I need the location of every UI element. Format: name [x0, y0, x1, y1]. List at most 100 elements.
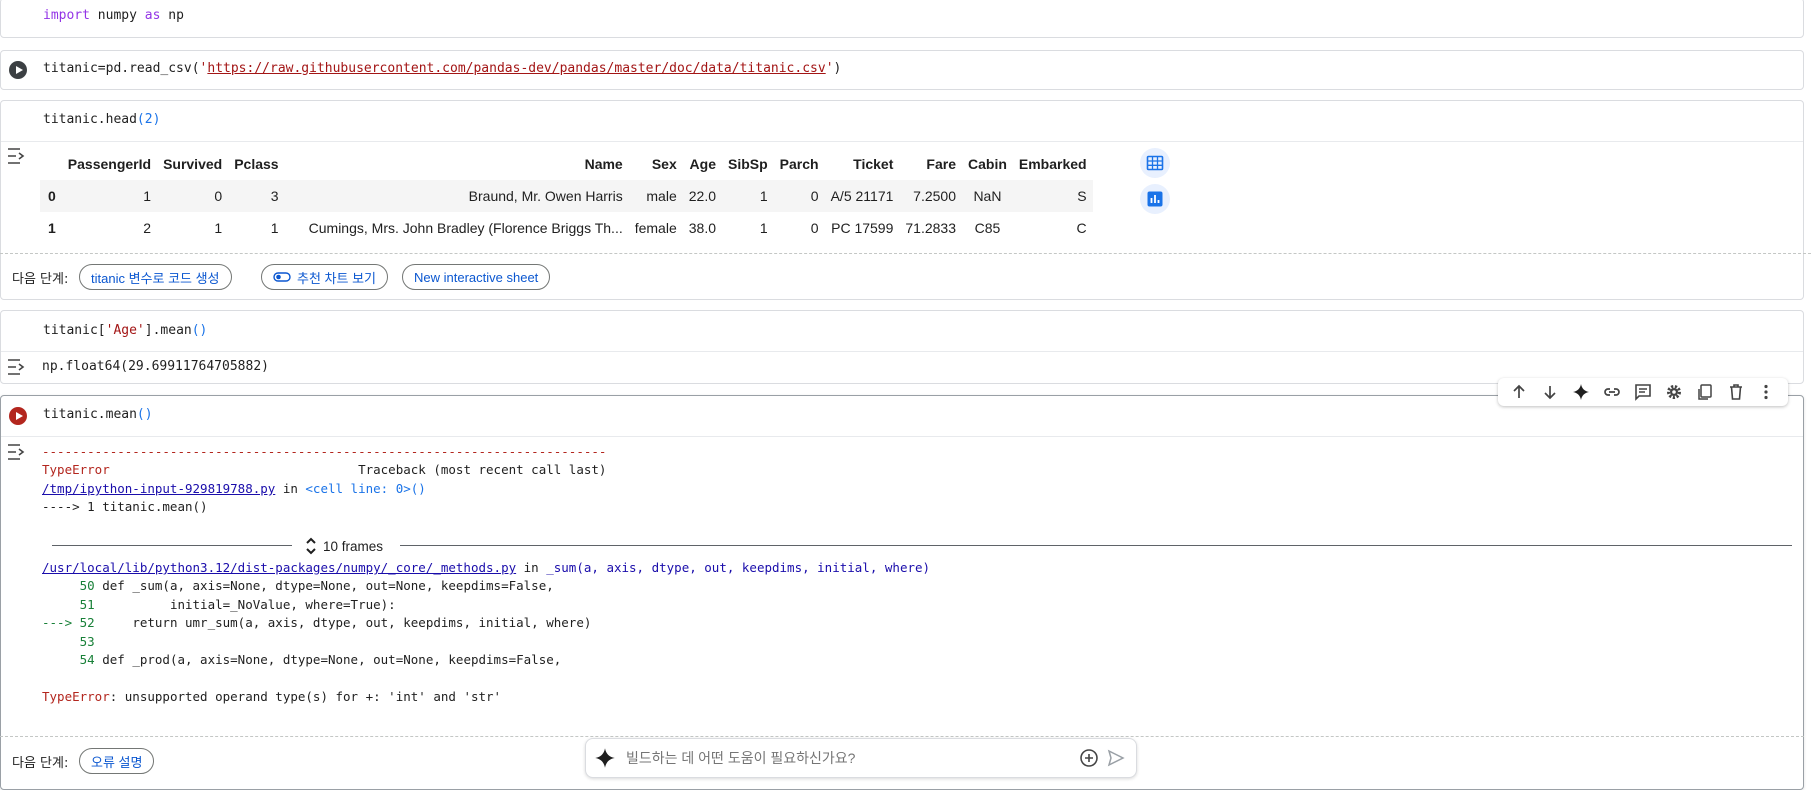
traceback-file-line: /usr/local/lib/python3.12/dist-packages/…	[42, 560, 930, 575]
source-line: 50 def _sum(a, axis=None, dtype=None, ou…	[42, 578, 554, 593]
csv-url-link[interactable]: https://raw.githubusercontent.com/pandas…	[207, 61, 825, 76]
column-header: Survived	[163, 156, 223, 172]
code-text: ].mean	[144, 323, 192, 338]
explain-error-chip[interactable]: 오류 설명	[79, 748, 155, 774]
code-cell-import[interactable]: import numpy as np	[0, 0, 1804, 38]
output-toggle-icon[interactable]	[7, 443, 27, 461]
play-icon	[15, 66, 23, 74]
column-header: Fare	[926, 156, 956, 172]
divider	[0, 253, 1811, 254]
table-cell: 22.0	[688, 188, 716, 204]
more-options-button[interactable]	[1754, 380, 1778, 404]
tab-icon	[1697, 384, 1712, 400]
column-header: Name	[584, 156, 623, 172]
cell-reference: <cell line: 0>	[305, 481, 411, 496]
error-name: TypeError	[42, 689, 110, 704]
settings-button[interactable]	[1662, 380, 1686, 404]
code-text: np	[160, 8, 184, 23]
add-circle-icon[interactable]	[1079, 748, 1099, 768]
code-paren: (2)	[136, 112, 161, 127]
chip-label: 추천 차트 보기	[297, 270, 376, 286]
column-header: Sex	[651, 156, 677, 172]
output-toggle-icon[interactable]	[7, 358, 27, 376]
send-icon[interactable]	[1107, 749, 1125, 767]
code-text: titanic=pd.read_csv(	[43, 61, 200, 76]
table-cell: PC 17599	[831, 220, 894, 236]
copy-link-button[interactable]	[1600, 380, 1624, 404]
divider	[1, 351, 1803, 352]
output-toggle-icon[interactable]	[7, 147, 27, 165]
code-text: titanic.mean	[43, 407, 137, 422]
comment-icon	[1635, 384, 1651, 401]
prompt-input[interactable]	[624, 745, 1048, 771]
move-up-button[interactable]	[1507, 380, 1531, 404]
in-text: in	[275, 481, 306, 496]
line-number: 53	[42, 634, 95, 649]
code-line[interactable]: titanic.mean()	[43, 407, 153, 422]
file-link[interactable]: /tmp/ipython-input-929819788.py	[42, 481, 275, 496]
table-cell: NaN	[973, 188, 1002, 204]
table-cell: 71.2833	[905, 220, 956, 236]
move-down-button[interactable]	[1538, 380, 1562, 404]
traceback-header-text: Traceback (most recent call last)	[109, 462, 607, 477]
chip-label: New interactive sheet	[414, 269, 539, 285]
source-code: def _prod(a, axis=None, dtype=None, out=…	[94, 652, 562, 667]
error-text: : unsupported operand type(s) for +: 'in…	[109, 689, 502, 704]
mirror-cell-button[interactable]	[1693, 380, 1717, 404]
table-cell: Cumings, Mrs. John Bradley (Florence Bri…	[308, 220, 623, 236]
file-link[interactable]: /usr/local/lib/python3.12/dist-packages/…	[42, 560, 516, 575]
traceback-header: TypeError Traceback (most recent call la…	[42, 462, 606, 477]
source-line: 54 def _prod(a, axis=None, dtype=None, o…	[42, 652, 562, 667]
recommended-chart-chip[interactable]: 추천 차트 보기	[261, 264, 388, 290]
column-header: Embarked	[1018, 156, 1087, 172]
column-header: Parch	[779, 156, 819, 172]
table-cell: C85	[974, 220, 1001, 236]
source-line-highlighted: ---> 52 return umr_sum(a, axis, dtype, o…	[42, 615, 591, 630]
cell-output-text: np.float64(29.69911764705882)	[42, 359, 269, 374]
string: '	[825, 61, 834, 76]
run-cell-button[interactable]	[9, 61, 27, 79]
table-header-row: PassengerId Survived Pclass Name Sex Age…	[40, 148, 1093, 180]
new-interactive-sheet-chip[interactable]: New interactive sheet	[402, 264, 551, 290]
frames-label: 10 frames	[323, 538, 384, 554]
code-line[interactable]: import numpy as np	[43, 8, 184, 23]
table-row: 1 2 1 1 Cumings, Mrs. John Bradley (Flor…	[40, 212, 1093, 244]
suggest-charts-button[interactable]	[1140, 184, 1170, 214]
code-line[interactable]: titanic['Age'].mean()	[43, 323, 207, 338]
gemini-button[interactable]	[1569, 380, 1593, 404]
code-cell-read-csv[interactable]: titanic=pd.read_csv( 'https://raw.githubu…	[0, 50, 1804, 90]
code-text: )	[833, 61, 842, 76]
code-cell-age-mean[interactable]: titanic['Age'].mean() np.float64(29.6991…	[0, 310, 1804, 384]
code-line[interactable]: titanic.head(2)	[43, 112, 160, 127]
generate-code-chip[interactable]: titanic 변수로 코드 생성	[79, 264, 232, 290]
unfold-icon	[306, 537, 316, 555]
table-cell: 1	[48, 220, 56, 236]
table-cell: 3	[270, 188, 279, 204]
gemini-prompt-bar	[585, 738, 1137, 778]
divider	[1, 141, 1803, 142]
dataframe-table: PassengerId Survived Pclass Name Sex Age…	[40, 148, 1093, 244]
expand-frames-button[interactable]: 10 frames	[305, 536, 383, 556]
column-header: Ticket	[853, 156, 894, 172]
traceback-dashes: ----------------------------------------…	[42, 444, 607, 459]
add-comment-button[interactable]	[1631, 380, 1655, 404]
table-cell: 1	[270, 220, 279, 236]
code-paren: ()	[136, 407, 153, 422]
frames-divider	[400, 545, 1792, 546]
column-header: Pclass	[234, 156, 279, 172]
source-code: def _sum(a, axis=None, dtype=None, out=N…	[94, 578, 554, 593]
run-cell-button[interactable]	[9, 407, 27, 425]
convert-to-table-button[interactable]	[1140, 148, 1170, 178]
sparkle-icon	[1573, 384, 1590, 400]
delete-cell-button[interactable]	[1724, 380, 1748, 404]
code-paren: ()	[191, 323, 208, 338]
cell-reference-paren: ()	[410, 481, 426, 496]
chip-label: 오류 설명	[91, 754, 143, 770]
error-name: TypeError	[42, 462, 110, 477]
arrow-up-icon	[1513, 384, 1526, 398]
code-line[interactable]: titanic=pd.read_csv( 'https://raw.githubu…	[43, 61, 841, 76]
table-cell: C	[1076, 220, 1087, 236]
table-cell: 1	[759, 220, 768, 236]
toggle-icon	[273, 272, 291, 282]
line-number: 51	[42, 597, 95, 612]
